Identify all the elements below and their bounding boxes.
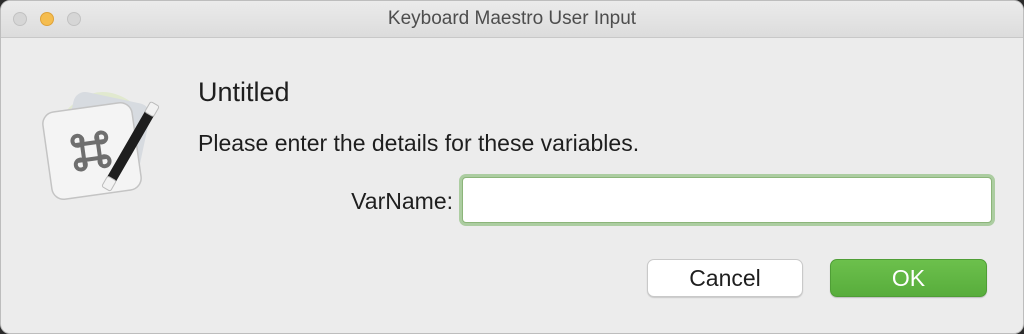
dialog-message: Please enter the details for these varia… [198,130,640,156]
varname-label: VarName: [351,188,453,214]
dialog-heading: Untitled [198,77,290,107]
varname-input[interactable] [462,177,992,223]
title-bar: Keyboard Maestro User Input [1,1,1023,38]
cancel-button[interactable]: Cancel [647,259,803,297]
window-title: Keyboard Maestro User Input [387,8,637,29]
ok-button[interactable]: OK [830,259,987,297]
keyboard-maestro-app-icon [39,79,163,203]
user-input-window: Keyboard Maestro User Input Untitled Ple… [0,0,1024,334]
